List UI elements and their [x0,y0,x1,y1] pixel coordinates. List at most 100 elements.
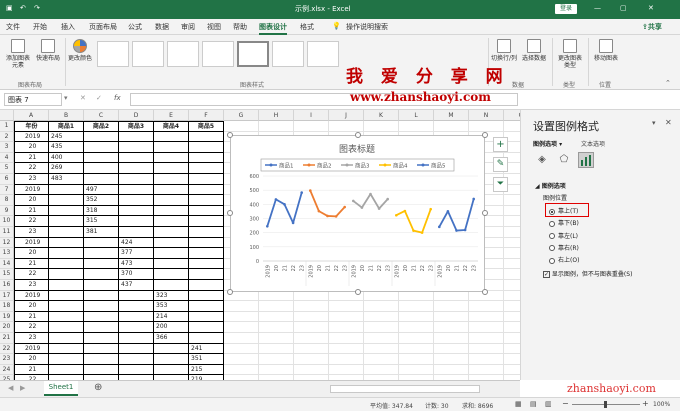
row-header[interactable]: 17 [0,290,14,302]
table-cell[interactable] [189,280,224,291]
page-break-view-icon[interactable]: ▥ [545,400,552,408]
table-cell[interactable]: 352 [84,195,119,206]
column-header[interactable]: L [399,110,434,121]
table-cell[interactable] [154,184,189,196]
table-cell[interactable] [119,333,154,344]
grid-cell[interactable] [504,312,520,323]
grid-cell[interactable] [504,121,520,132]
row-header[interactable]: 16 [0,280,14,291]
table-cell[interactable] [154,131,189,143]
tab-home[interactable]: 开始 [33,22,47,32]
close-icon[interactable]: ✕ [648,4,654,12]
grid-cell[interactable] [504,280,520,291]
table-cell[interactable]: 437 [119,280,154,291]
grid-cell[interactable] [224,322,259,333]
column-header[interactable]: C [84,110,119,121]
maximize-icon[interactable]: ▢ [620,4,627,12]
grid-cell[interactable] [504,301,520,312]
column-header[interactable]: K [364,110,399,121]
table-cell[interactable] [189,333,224,344]
table-header[interactable]: 商品1 [49,121,84,132]
table-cell[interactable] [49,311,84,323]
table-cell[interactable]: 497 [84,184,119,196]
table-cell[interactable]: 214 [154,311,189,323]
table-cell[interactable] [49,227,84,238]
table-cell[interactable] [154,258,189,270]
normal-view-icon[interactable]: ▦ [515,400,522,408]
column-header[interactable]: H [259,110,294,121]
table-cell[interactable] [119,184,154,196]
table-cell[interactable] [189,174,224,185]
grid-cell[interactable] [364,343,399,355]
table-cell[interactable] [119,205,154,217]
page-layout-view-icon[interactable]: ▤ [530,400,537,408]
prev-sheet-icon[interactable]: ◀ [8,384,13,392]
radio-icon[interactable] [549,220,555,227]
table-cell[interactable] [84,237,119,249]
table-cell[interactable]: 21 [14,205,49,217]
row-header[interactable]: 15 [0,269,14,280]
grid-cell[interactable] [224,364,259,376]
add-chart-element-button[interactable]: 添加图表元素 [4,39,32,69]
row-header[interactable]: 18 [0,301,14,312]
row-header[interactable]: 13 [0,248,14,259]
table-cell[interactable] [49,290,84,302]
table-cell[interactable]: 20 [14,195,49,206]
table-cell[interactable] [119,152,154,164]
grid-cell[interactable] [434,364,469,376]
radio-icon[interactable] [549,233,555,240]
table-cell[interactable] [189,258,224,270]
table-cell[interactable] [119,364,154,376]
resize-handle[interactable] [227,210,233,216]
fill-bucket-icon[interactable]: ◈ [535,154,549,168]
legend-options-icon[interactable] [578,152,594,168]
table-cell[interactable] [49,364,84,376]
table-cell[interactable] [49,248,84,259]
grid-cell[interactable] [364,311,399,323]
table-cell[interactable] [49,333,84,344]
table-cell[interactable]: 353 [154,301,189,312]
grid-cell[interactable] [399,322,434,333]
grid-cell[interactable] [504,195,520,206]
grid-cell[interactable] [504,269,520,280]
change-colors-button[interactable]: 更改颜色 [68,39,92,62]
resize-handle[interactable] [482,289,488,295]
table-cell[interactable] [154,227,189,238]
row-header[interactable]: 7 [0,184,14,196]
grid-cell[interactable] [259,301,294,312]
next-sheet-icon[interactable]: ▶ [20,384,25,392]
grid-cell[interactable] [399,343,434,355]
grid-cell[interactable] [469,364,504,376]
chart-style-7[interactable] [307,41,339,67]
table-cell[interactable] [119,343,154,355]
table-cell[interactable] [189,311,224,323]
table-cell[interactable]: 21 [14,258,49,270]
tab-help[interactable]: 帮助 [233,22,247,32]
table-cell[interactable] [119,227,154,238]
chart-filter-icon[interactable]: ⏷ [493,177,508,192]
table-cell[interactable] [189,290,224,302]
table-header[interactable]: 商品3 [119,121,154,132]
table-cell[interactable]: 370 [119,269,154,280]
table-cell[interactable]: 23 [14,227,49,238]
grid-cell[interactable] [504,238,520,249]
table-cell[interactable] [119,195,154,206]
row-header[interactable]: 20 [0,322,14,333]
table-cell[interactable]: 22 [14,163,49,174]
grid-cell[interactable] [504,333,520,344]
table-cell[interactable] [154,142,189,153]
table-cell[interactable]: 424 [119,237,154,249]
table-cell[interactable] [119,216,154,227]
table-cell[interactable] [84,142,119,153]
table-cell[interactable] [119,311,154,323]
select-all-corner[interactable] [0,110,14,121]
pane-dropdown-icon[interactable]: ▾ [652,119,656,127]
table-cell[interactable]: 2019 [14,184,49,196]
table-cell[interactable]: 483 [49,174,84,185]
table-cell[interactable] [49,237,84,249]
grid-cell[interactable] [224,343,259,355]
table-cell[interactable] [84,174,119,185]
collapse-ribbon-icon[interactable]: ⌃ [665,79,671,87]
section-legend-options[interactable]: ◢ 图例选项 [535,181,566,190]
table-cell[interactable] [84,311,119,323]
